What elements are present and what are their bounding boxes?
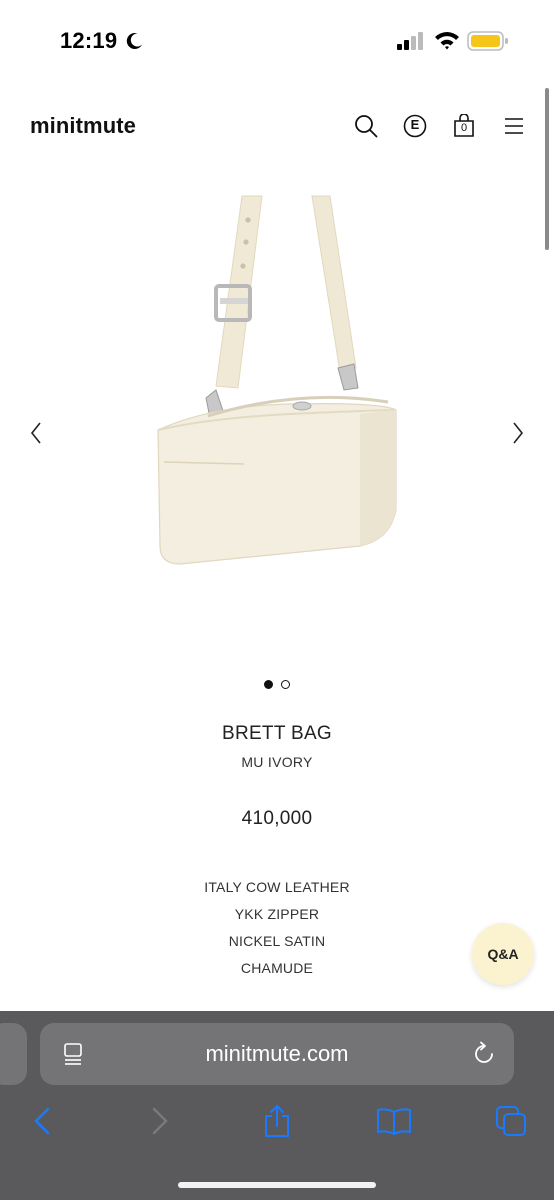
chevron-right-icon [513, 422, 524, 444]
detail-item: ITALY COW LEATHER [204, 879, 350, 895]
gallery-pagination [0, 680, 554, 689]
gallery-dot-1[interactable] [264, 680, 273, 689]
product-details: ITALY COW LEATHER YKK ZIPPER NICKEL SATI… [0, 876, 554, 984]
chevron-left-icon [34, 1107, 50, 1135]
language-button[interactable]: E [401, 112, 429, 140]
gallery-dot-2[interactable] [281, 680, 290, 689]
detail-item: CHAMUDE [240, 960, 314, 976]
status-bar: 12:19 [0, 0, 554, 80]
detail-item: YKK ZIPPER [234, 906, 320, 922]
cart-button[interactable]: 0 [450, 112, 478, 140]
previous-tab-preview[interactable] [0, 1023, 27, 1085]
search-button[interactable] [352, 112, 380, 140]
address-bar[interactable]: minitmute.com [40, 1023, 514, 1085]
site-logo[interactable]: minitmute [30, 113, 136, 139]
gallery-prev-button[interactable] [24, 418, 48, 448]
chevron-right-icon [152, 1107, 168, 1135]
product-color: MU IVORY [241, 754, 313, 770]
book-icon [377, 1108, 411, 1135]
gallery-next-button[interactable] [506, 418, 530, 448]
browser-toolbar: minitmute.com [0, 1011, 554, 1200]
hamburger-menu-icon [505, 118, 523, 134]
product-name: BRETT BAG [221, 723, 333, 744]
home-indicator [178, 1182, 376, 1188]
product-gallery [0, 170, 554, 670]
share-button[interactable] [257, 1101, 297, 1141]
back-button[interactable] [22, 1101, 62, 1141]
forward-button[interactable] [140, 1101, 180, 1141]
menu-button[interactable] [500, 112, 528, 140]
product-image-bag [157, 195, 397, 565]
status-time: 12:19 [60, 28, 118, 53]
cellular-signal-icon [397, 32, 423, 50]
wifi-icon [435, 32, 459, 50]
moon-icon [126, 33, 142, 50]
battery-icon [467, 31, 508, 51]
chevron-left-icon [30, 422, 41, 444]
share-icon [265, 1105, 289, 1137]
detail-item: NICKEL SATIN [228, 933, 326, 949]
language-label: E [410, 117, 420, 132]
tabs-button[interactable] [491, 1101, 531, 1141]
bookmarks-button[interactable] [374, 1101, 414, 1141]
tabs-icon [496, 1106, 526, 1136]
reload-icon[interactable] [471, 1041, 497, 1067]
product-price: 410,000 [241, 808, 313, 829]
qa-button[interactable]: Q&A [472, 923, 534, 985]
cart-count: 0 [460, 122, 468, 134]
address-url: minitmute.com [205, 1041, 349, 1066]
site-header: minitmute E 0 [0, 100, 554, 152]
search-icon [355, 115, 378, 138]
